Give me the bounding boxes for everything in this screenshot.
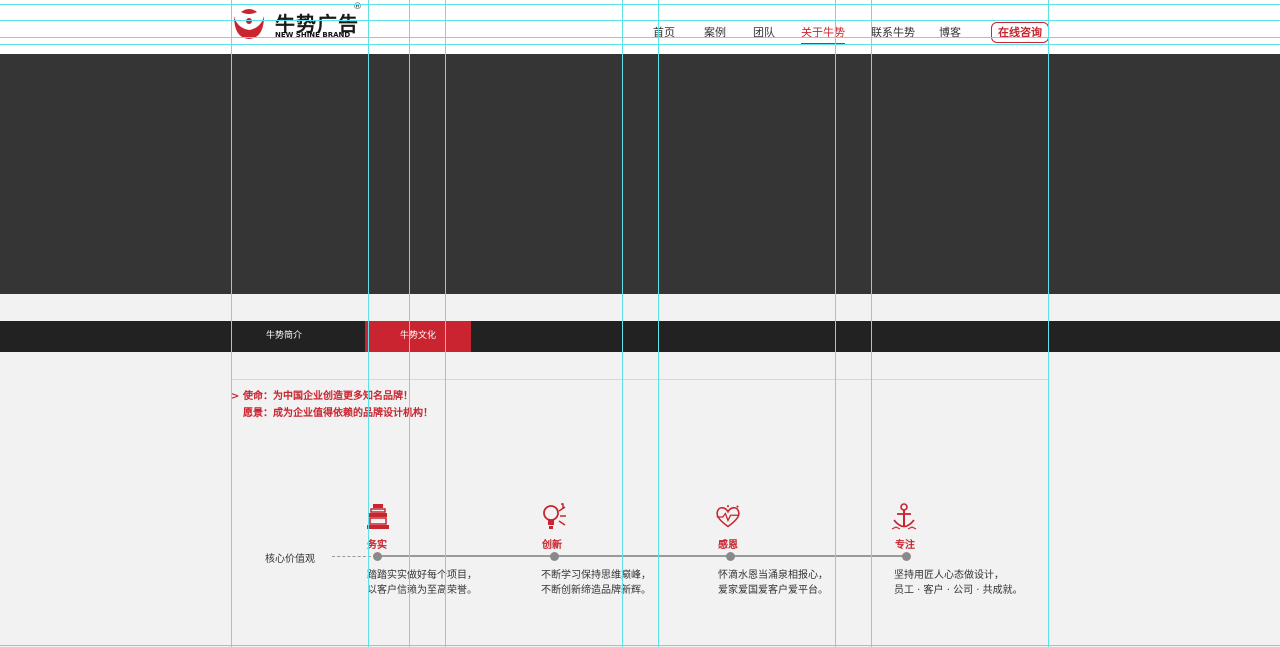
vision-text: 愿景：成为企业值得依赖的品牌设计机构！ bbox=[243, 408, 433, 419]
chevron-right-icon: > bbox=[231, 391, 240, 402]
value-desc-focus: 坚持用匠人心态做设计， 员工 · 客户 · 公司 · 共成就。 bbox=[894, 568, 1023, 598]
timeline-dot bbox=[726, 552, 735, 561]
site-header: 牛势广告 ® NEW SHINE BRAND 首页 案例 团队 关于牛势 联系牛… bbox=[0, 0, 1280, 54]
guide-line bbox=[0, 20, 1280, 21]
nav-item-about[interactable]: 关于牛势 bbox=[801, 24, 845, 44]
value-title-innovation: 创新 bbox=[542, 540, 562, 551]
section-divider bbox=[231, 379, 1049, 380]
value-desc-line: 踏踏实实做好每个项目， bbox=[367, 570, 477, 581]
timeline-dot bbox=[373, 552, 382, 561]
tab-culture[interactable]: 牛势文化 bbox=[365, 321, 471, 352]
value-desc-line: 不断创新缔造品牌新辉。 bbox=[541, 585, 651, 596]
value-desc-line: 坚持用匠人心态做设计， bbox=[894, 570, 1004, 581]
lightbulb-icon bbox=[543, 503, 566, 529]
value-title-focus: 专注 bbox=[895, 540, 915, 551]
guide-line bbox=[368, 0, 369, 647]
guide-line bbox=[0, 645, 1280, 646]
tab-intro[interactable]: 牛势简介 bbox=[231, 321, 337, 352]
mission-text: 使命：为中国企业创造更多知名品牌！ bbox=[243, 391, 413, 402]
guide-line bbox=[445, 0, 446, 647]
guide-line bbox=[0, 44, 1280, 45]
guide-line bbox=[231, 0, 232, 647]
heart-icon bbox=[716, 505, 740, 528]
value-desc-gratitude: 怀滴水恩当涌泉相报心， 爱家爱国爱客户爱平台。 bbox=[718, 568, 828, 598]
value-desc-line: 爱家爱国爱客户爱平台。 bbox=[718, 585, 828, 596]
guide-line bbox=[835, 0, 836, 647]
guide-line bbox=[622, 0, 623, 647]
core-values-label: 核心价值观 bbox=[265, 554, 315, 565]
guide-line bbox=[871, 0, 872, 647]
guide-line bbox=[658, 0, 659, 647]
guide-line bbox=[0, 4, 1280, 5]
timeline-dot bbox=[550, 552, 559, 561]
value-title-gratitude: 感恩 bbox=[718, 540, 738, 551]
timeline-dot bbox=[902, 552, 911, 561]
value-desc-line: 怀滴水恩当涌泉相报心， bbox=[718, 570, 828, 581]
value-desc-line: 不断学习保持思维巅峰， bbox=[541, 570, 651, 581]
value-desc-innovation: 不断学习保持思维巅峰， 不断创新缔造品牌新辉。 bbox=[541, 568, 651, 598]
hero-banner bbox=[0, 54, 1280, 294]
guide-line bbox=[1048, 0, 1049, 647]
guide-line bbox=[0, 37, 1280, 38]
core-values-timeline bbox=[376, 555, 906, 557]
guide-line bbox=[409, 0, 410, 647]
value-title-pragmatic: 务实 bbox=[367, 540, 387, 551]
section-tab-bar: 牛势简介 牛势文化 bbox=[0, 321, 1280, 352]
online-consult-button[interactable]: 在线咨询 bbox=[991, 22, 1049, 43]
timeline-dash bbox=[332, 556, 376, 557]
anchor-icon bbox=[891, 503, 917, 530]
value-desc-line: 以客户信赖为至高荣誉。 bbox=[367, 585, 477, 596]
value-desc-line: 员工 · 客户 · 公司 · 共成就。 bbox=[894, 585, 1023, 596]
main-nav: 首页 案例 团队 关于牛势 联系牛势 博客 bbox=[0, 24, 1280, 44]
value-desc-pragmatic: 踏踏实实做好每个项目， 以客户信赖为至高荣誉。 bbox=[367, 568, 477, 598]
